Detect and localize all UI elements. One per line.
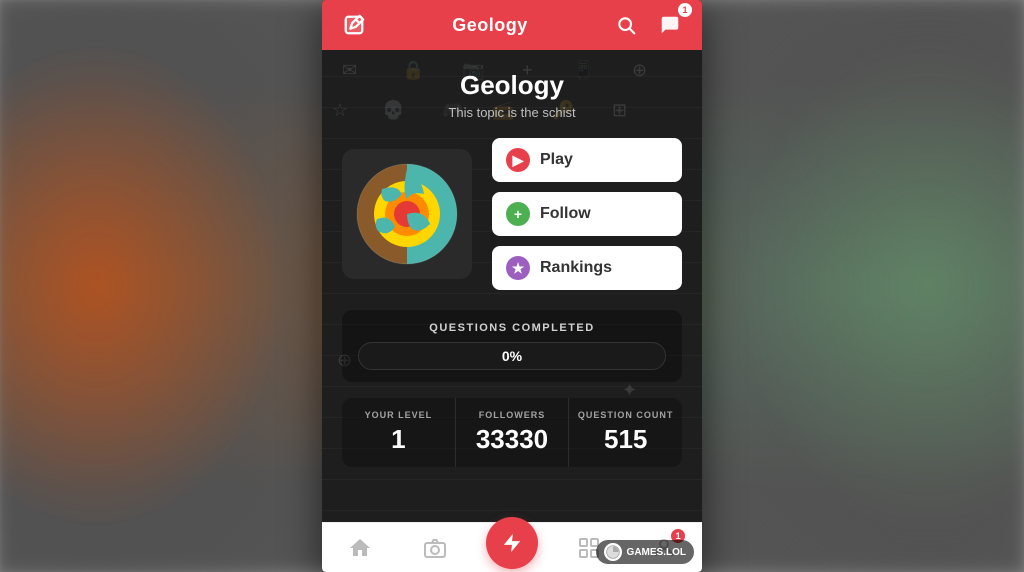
header-actions: 1 xyxy=(608,7,688,43)
topic-image xyxy=(342,149,472,279)
page-subtitle: This topic is the schist xyxy=(342,105,682,120)
follow-icon: + xyxy=(506,202,530,226)
progress-section: QUESTIONS COMPLETED 0% xyxy=(342,310,682,382)
chat-button[interactable]: 1 xyxy=(652,7,688,43)
stats-section: YOUR LEVEL 1 FOLLOWERS 33330 QUESTION CO… xyxy=(342,398,682,467)
nav-lightning-button[interactable] xyxy=(486,517,538,569)
questions-label: QUESTION COUNT xyxy=(577,410,674,420)
page-title: Geology xyxy=(342,70,682,101)
camera-icon xyxy=(423,536,447,560)
questions-value: 515 xyxy=(577,424,674,455)
games-lol-logo xyxy=(604,543,622,561)
rankings-label: Rankings xyxy=(540,259,612,277)
followers-label: FOLLOWERS xyxy=(464,410,561,420)
search-button[interactable] xyxy=(608,7,644,43)
follow-button[interactable]: + Follow xyxy=(492,192,682,236)
main-content: Geology This topic is the schist xyxy=(322,50,702,467)
play-icon: ▶ xyxy=(506,148,530,172)
topic-section: ▶ Play + Follow ★ Rankings xyxy=(342,138,682,290)
stat-questions: QUESTION COUNT 515 xyxy=(569,398,682,467)
home-icon xyxy=(348,536,372,560)
progress-bar: 0% xyxy=(358,342,666,370)
watermark-text: GAMES.LOL xyxy=(627,547,686,558)
nav-camera[interactable] xyxy=(410,523,460,572)
play-button[interactable]: ▶ Play xyxy=(492,138,682,182)
watermark: GAMES.LOL xyxy=(596,540,694,564)
follow-label: Follow xyxy=(540,205,591,223)
play-label: Play xyxy=(540,151,573,169)
level-label: YOUR LEVEL xyxy=(350,410,447,420)
rankings-button[interactable]: ★ Rankings xyxy=(492,246,682,290)
progress-label: QUESTIONS COMPLETED xyxy=(358,322,666,334)
stat-followers: FOLLOWERS 33330 xyxy=(456,398,570,467)
level-value: 1 xyxy=(350,424,447,455)
edit-button[interactable] xyxy=(336,7,372,43)
app-header: Geology 1 xyxy=(322,0,702,50)
followers-value: 33330 xyxy=(464,424,561,455)
lightning-icon xyxy=(501,532,523,554)
progress-value: 0% xyxy=(502,348,522,364)
rankings-icon: ★ xyxy=(506,256,530,280)
header-title: Geology xyxy=(452,15,528,36)
nav-home[interactable] xyxy=(335,523,385,572)
notification-badge: 1 xyxy=(678,3,692,17)
stat-level: YOUR LEVEL 1 xyxy=(342,398,456,467)
action-buttons: ▶ Play + Follow ★ Rankings xyxy=(492,138,682,290)
